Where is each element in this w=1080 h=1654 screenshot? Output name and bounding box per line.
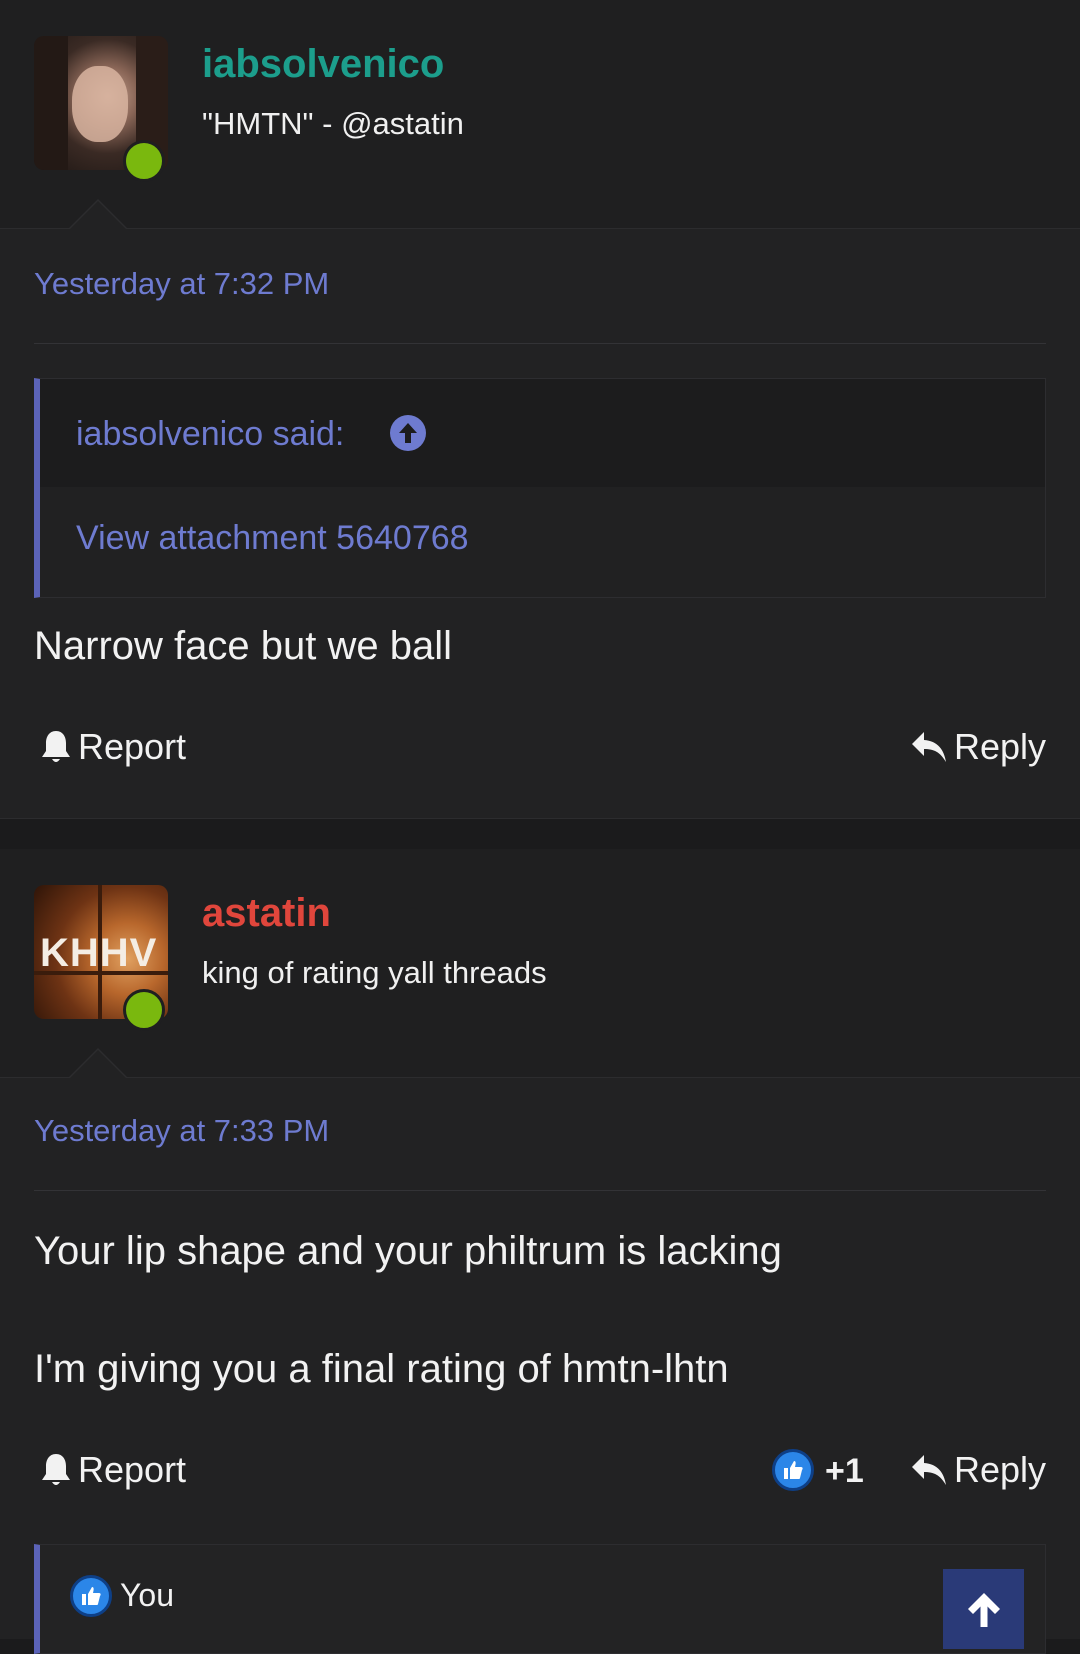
scroll-to-top-button[interactable] xyxy=(943,1569,1024,1649)
report-button[interactable]: Report xyxy=(40,1449,186,1491)
user-title: king of rating yall threads xyxy=(202,955,547,990)
arrow-up-icon xyxy=(967,1593,1000,1627)
reply-arrow-icon xyxy=(912,732,946,762)
post-message-line-1: Your lip shape and your philtrum is lack… xyxy=(34,1229,782,1273)
reaction-count[interactable]: +1 xyxy=(825,1452,864,1491)
reply-label: Reply xyxy=(954,1449,1047,1490)
post-2: KHHV astatin king of rating yall threads… xyxy=(0,849,1080,1639)
bell-icon xyxy=(42,1454,70,1485)
reactions-by[interactable]: You xyxy=(120,1577,174,1614)
quote-header: iabsolvenico said: xyxy=(40,379,1045,487)
post-message: Narrow face but we ball xyxy=(34,624,452,668)
username[interactable]: iabsolvenico xyxy=(202,42,444,87)
post-1: iabsolvenico "HMTN" - @astatin Yesterday… xyxy=(0,0,1080,818)
post-message-line-2: I'm giving you a final rating of hmtn-lh… xyxy=(34,1347,729,1391)
reply-label: Reply xyxy=(954,726,1047,767)
post-timestamp[interactable]: Yesterday at 7:32 PM xyxy=(34,266,329,302)
attachment-link[interactable]: View attachment 5640768 xyxy=(76,519,469,558)
post-header: KHHV astatin king of rating yall threads xyxy=(0,849,1080,1078)
quote-body: View attachment 5640768 xyxy=(40,487,1045,597)
header-pointer-inner xyxy=(70,201,126,229)
reply-arrow-icon xyxy=(912,1455,946,1485)
post-timestamp[interactable]: Yesterday at 7:33 PM xyxy=(34,1113,329,1149)
online-status-icon xyxy=(123,140,165,182)
reply-button[interactable]: Reply xyxy=(910,726,1046,768)
report-label: Report xyxy=(78,726,187,767)
report-button[interactable]: Report xyxy=(40,726,186,768)
report-label: Report xyxy=(78,1449,187,1490)
reactions-list[interactable]: You xyxy=(34,1544,1046,1654)
post-header: iabsolvenico "HMTN" - @astatin xyxy=(0,0,1080,229)
bell-icon xyxy=(42,731,70,762)
thumbs-up-icon[interactable] xyxy=(772,1449,814,1491)
divider xyxy=(34,1190,1046,1191)
quote-block: iabsolvenico said: View attachment 56407… xyxy=(34,378,1046,598)
user-title: "HMTN" - @astatin xyxy=(202,106,464,141)
avatar-text: KHHV xyxy=(40,931,158,975)
quote-author[interactable]: iabsolvenico said: xyxy=(76,415,344,454)
post-separator xyxy=(0,818,1080,850)
thumbs-up-icon xyxy=(70,1575,112,1617)
header-pointer-inner xyxy=(70,1050,126,1078)
arrow-up-circle-icon[interactable] xyxy=(390,415,426,451)
divider xyxy=(34,343,1046,344)
username[interactable]: astatin xyxy=(202,891,331,936)
reply-button[interactable]: Reply xyxy=(910,1449,1046,1491)
online-status-icon xyxy=(123,989,165,1031)
